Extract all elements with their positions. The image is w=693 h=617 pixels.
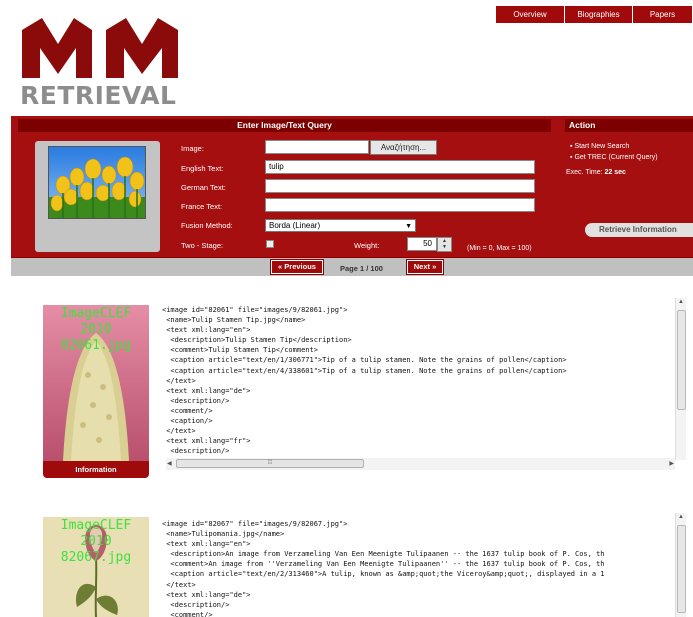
xml-line: <comment>An image from ''Verzameling Van… bbox=[162, 560, 605, 569]
scroll-left-icon[interactable]: ◀ bbox=[167, 460, 172, 467]
xml-line: <name>Tulipomania.jpg</name> bbox=[162, 530, 285, 539]
xml-line: <caption/> bbox=[162, 417, 213, 426]
scroll-up-icon[interactable]: ▲ bbox=[678, 514, 684, 520]
two-stage-label: Two - Stage: bbox=[181, 241, 224, 250]
action-panel-title: Action bbox=[565, 119, 693, 132]
xml-line: <description/> bbox=[162, 396, 230, 405]
xml-horizontal-scrollbar-1[interactable]: ◀ ⁞⁞⁞ ▶ bbox=[166, 458, 675, 470]
next-page-button[interactable]: Next » bbox=[406, 259, 444, 275]
german-text-label: German Text: bbox=[181, 183, 226, 192]
xml-line: <text xml:lang="en"> bbox=[162, 540, 251, 549]
chevron-down-icon: ▼ bbox=[405, 223, 412, 230]
xml-line: <caption article="text/en/1/306771">Tip … bbox=[162, 356, 567, 365]
query-image bbox=[48, 146, 146, 219]
xml-vertical-scrollbar-2[interactable]: ▲ bbox=[675, 513, 686, 617]
xml-line: <image id="82061" file="images/9/82061.j… bbox=[162, 306, 348, 314]
english-text-input[interactable]: tulip bbox=[265, 160, 535, 174]
watermark-line-2: 2010 bbox=[80, 534, 112, 549]
watermark-line-1: ImageCLEF bbox=[60, 306, 132, 321]
fusion-method-value: Borda (Linear) bbox=[269, 221, 321, 230]
scrollbar-thumb[interactable]: ⁞⁞⁞ bbox=[176, 459, 364, 468]
exec-time-value: 22 sec bbox=[604, 169, 626, 176]
xml-line: <text xml:lang="fr"> bbox=[162, 437, 251, 446]
nav-biographies[interactable]: Biographies bbox=[565, 6, 633, 23]
fusion-method-select[interactable]: Borda (Linear) ▼ bbox=[265, 219, 416, 232]
xml-line: <comment/> bbox=[162, 610, 213, 617]
xml-line: </text> bbox=[162, 580, 196, 589]
fusion-method-label: Fusion Method: bbox=[181, 221, 233, 230]
top-nav: Overview Biographies Papers bbox=[496, 6, 693, 23]
xml-line: <caption article="text/en/4/338601">Tip … bbox=[162, 366, 567, 375]
nav-overview[interactable]: Overview bbox=[496, 6, 565, 23]
xml-line: <image id="82067" file="images/9/82067.j… bbox=[162, 520, 348, 528]
watermark-line-3: 82067.jpg bbox=[60, 550, 132, 565]
page-status: Page 1 / 100 bbox=[340, 264, 383, 273]
weight-label: Weight: bbox=[354, 241, 380, 250]
xml-line: <comment/> bbox=[162, 406, 213, 415]
start-new-search-label: Start New Search bbox=[574, 143, 630, 150]
start-new-search-link[interactable]: ▪ Start New Search bbox=[570, 141, 658, 152]
xml-line: <caption article="text/en/2/313460">A tu… bbox=[162, 570, 605, 579]
query-panel-title: Enter Image/Text Query bbox=[18, 119, 551, 132]
xml-line: <comment>Tulip Stamen Tip</comment> bbox=[162, 346, 318, 355]
get-trec-label: Get TREC (Current Query) bbox=[574, 154, 658, 161]
xml-line: <description>An image from Verzameling V… bbox=[162, 550, 605, 559]
get-trec-link[interactable]: ▪ Get TREC (Current Query) bbox=[570, 152, 658, 163]
german-text-input[interactable] bbox=[265, 179, 535, 193]
image-label: Image: bbox=[181, 144, 204, 153]
xml-line: <name>Tulip Stamen Tip.jpg</name> bbox=[162, 316, 306, 325]
france-text-label: France Text: bbox=[181, 202, 223, 211]
scrollbar-thumb[interactable] bbox=[677, 525, 686, 613]
scroll-up-icon[interactable]: ▲ bbox=[678, 299, 684, 305]
watermark-line-1: ImageCLEF bbox=[60, 518, 132, 533]
xml-line: <text xml:lang="de"> bbox=[162, 590, 251, 599]
xml-line: </text> bbox=[162, 427, 196, 436]
xml-line: <description/> bbox=[162, 447, 230, 456]
watermark-line-3: 82061.jpg bbox=[60, 338, 132, 353]
xml-line: <description/> bbox=[162, 600, 230, 609]
xml-line: <description>Tulip Stamen Tip</descripti… bbox=[162, 336, 352, 345]
logo-text: RETRIEVAL bbox=[20, 81, 177, 110]
exec-time: Exec. Time: 22 sec bbox=[566, 169, 626, 176]
xml-metadata-2: <image id="82067" file="images/9/82067.j… bbox=[162, 519, 686, 617]
result-image-2[interactable]: ImageCLEF 2010 82067.jpg bbox=[43, 517, 149, 617]
xml-metadata-1: <image id="82061" file="images/9/82061.j… bbox=[162, 305, 686, 458]
english-text-label: English Text: bbox=[181, 164, 224, 173]
retrieve-information-button[interactable]: Retrieve Information bbox=[585, 223, 693, 237]
watermark-line-2: 2010 bbox=[80, 322, 112, 337]
nav-papers[interactable]: Papers bbox=[633, 6, 693, 23]
france-text-input[interactable] bbox=[265, 198, 535, 212]
exec-time-label: Exec. Time: bbox=[566, 169, 603, 176]
result-image-1[interactable]: ImageCLEF 2010 82061.jpg bbox=[43, 305, 149, 461]
scroll-right-icon[interactable]: ▶ bbox=[669, 460, 674, 467]
two-stage-checkbox[interactable] bbox=[266, 240, 274, 248]
browse-button[interactable]: Αναζήτηση... bbox=[370, 140, 437, 155]
spin-down-icon[interactable]: ▼ bbox=[438, 244, 451, 250]
information-button-1[interactable]: Information bbox=[43, 461, 149, 478]
weight-range-hint: (Min = 0, Max = 100) bbox=[467, 245, 532, 252]
previous-page-button[interactable]: « Previous bbox=[270, 259, 324, 275]
image-path-field[interactable] bbox=[265, 140, 369, 154]
scrollbar-thumb[interactable] bbox=[677, 310, 686, 410]
xml-line: <text xml:lang="de"> bbox=[162, 386, 251, 395]
weight-spinner[interactable]: ▲ ▼ bbox=[437, 237, 452, 252]
weight-input[interactable]: 50 bbox=[407, 237, 437, 251]
xml-line: <text xml:lang="en"> bbox=[162, 326, 251, 335]
xml-vertical-scrollbar-1[interactable]: ▲ bbox=[675, 298, 686, 460]
xml-line: </text> bbox=[162, 376, 196, 385]
action-list: ▪ Start New Search ▪ Get TREC (Current Q… bbox=[570, 141, 658, 163]
